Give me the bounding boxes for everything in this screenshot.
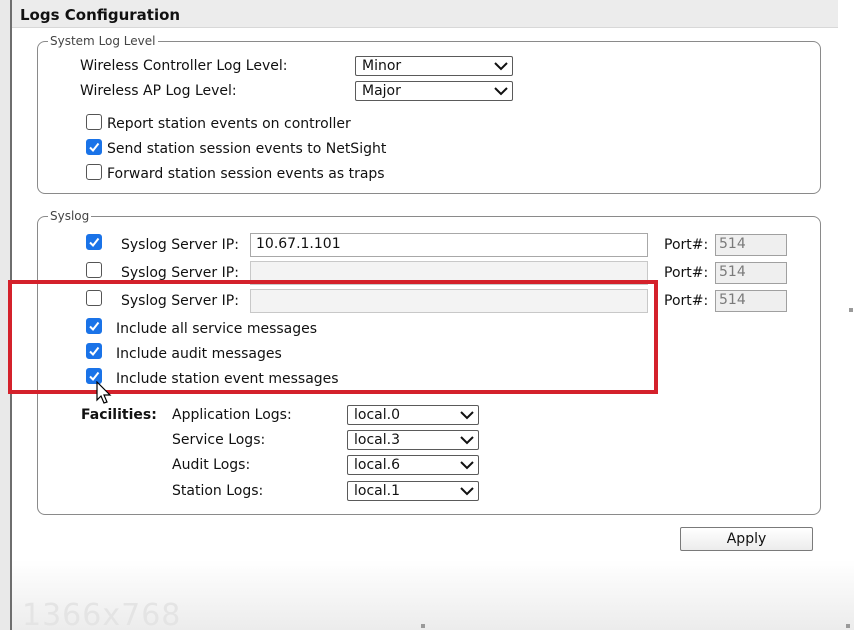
syslog-port-3-label: Port#:	[664, 293, 709, 309]
page-title: Logs Configuration	[20, 6, 181, 24]
syslog-port-3-input[interactable]: 514	[715, 290, 787, 312]
application-logs-value: local.0	[354, 407, 400, 423]
resize-handle-right[interactable]	[849, 308, 853, 312]
syslog-server-2-label: Syslog Server IP:	[121, 265, 239, 281]
facilities-label: Facilities:	[81, 407, 157, 423]
resize-handle-corner[interactable]	[846, 624, 850, 628]
syslog-server-1-label: Syslog Server IP:	[121, 237, 239, 253]
application-logs-select[interactable]: local.0	[347, 405, 479, 425]
syslog-server-1-checkbox[interactable]	[86, 234, 102, 250]
station-logs-value: local.1	[354, 483, 400, 499]
service-logs-label: Service Logs:	[172, 432, 266, 448]
station-logs-label: Station Logs:	[172, 483, 264, 499]
syslog-server-1-input[interactable]: 10.67.1.101	[250, 233, 648, 257]
system-log-level-legend: System Log Level	[50, 34, 156, 48]
resize-handle-bottom[interactable]	[421, 624, 425, 628]
send-netsight-label: Send station session events to NetSight	[107, 141, 387, 157]
apply-button[interactable]: Apply	[680, 527, 813, 551]
resolution-watermark: 1366x768	[22, 598, 182, 633]
syslog-legend: Syslog	[50, 209, 90, 223]
send-netsight-checkbox[interactable]	[86, 139, 102, 155]
syslog-port-2-label: Port#:	[664, 265, 709, 281]
mouse-cursor-icon	[96, 381, 112, 404]
audit-logs-label: Audit Logs:	[172, 457, 251, 473]
checkmark-icon	[89, 142, 100, 153]
audit-logs-value: local.6	[354, 457, 400, 473]
service-logs-select[interactable]: local.3	[347, 430, 479, 450]
chevron-down-icon	[494, 87, 508, 96]
forward-traps-label: Forward station session events as traps	[107, 166, 385, 182]
chevron-down-icon	[460, 436, 474, 445]
syslog-port-1-label: Port#:	[664, 237, 709, 253]
chevron-down-icon	[460, 461, 474, 470]
ap-log-level-label: Wireless AP Log Level:	[80, 83, 237, 99]
station-logs-select[interactable]: local.1	[347, 481, 479, 501]
ap-log-level-select[interactable]: Major	[355, 81, 513, 101]
ap-log-level-value: Major	[362, 83, 401, 99]
highlight-box	[8, 280, 658, 394]
application-logs-label: Application Logs:	[172, 407, 292, 423]
audit-logs-select[interactable]: local.6	[347, 455, 479, 475]
checkmark-icon	[89, 237, 100, 248]
controller-log-level-select[interactable]: Minor	[355, 56, 513, 76]
controller-log-level-value: Minor	[362, 58, 402, 74]
forward-traps-checkbox[interactable]	[86, 164, 102, 180]
syslog-port-2-input[interactable]: 514	[715, 262, 787, 284]
service-logs-value: local.3	[354, 432, 400, 448]
chevron-down-icon	[460, 411, 474, 420]
report-station-events-checkbox[interactable]	[86, 114, 102, 130]
chevron-down-icon	[460, 487, 474, 496]
chevron-down-icon	[494, 62, 508, 71]
report-station-events-label: Report station events on controller	[107, 116, 351, 132]
syslog-server-2-checkbox[interactable]	[86, 262, 102, 278]
syslog-port-1-input[interactable]: 514	[715, 234, 787, 256]
controller-log-level-label: Wireless Controller Log Level:	[80, 58, 288, 74]
